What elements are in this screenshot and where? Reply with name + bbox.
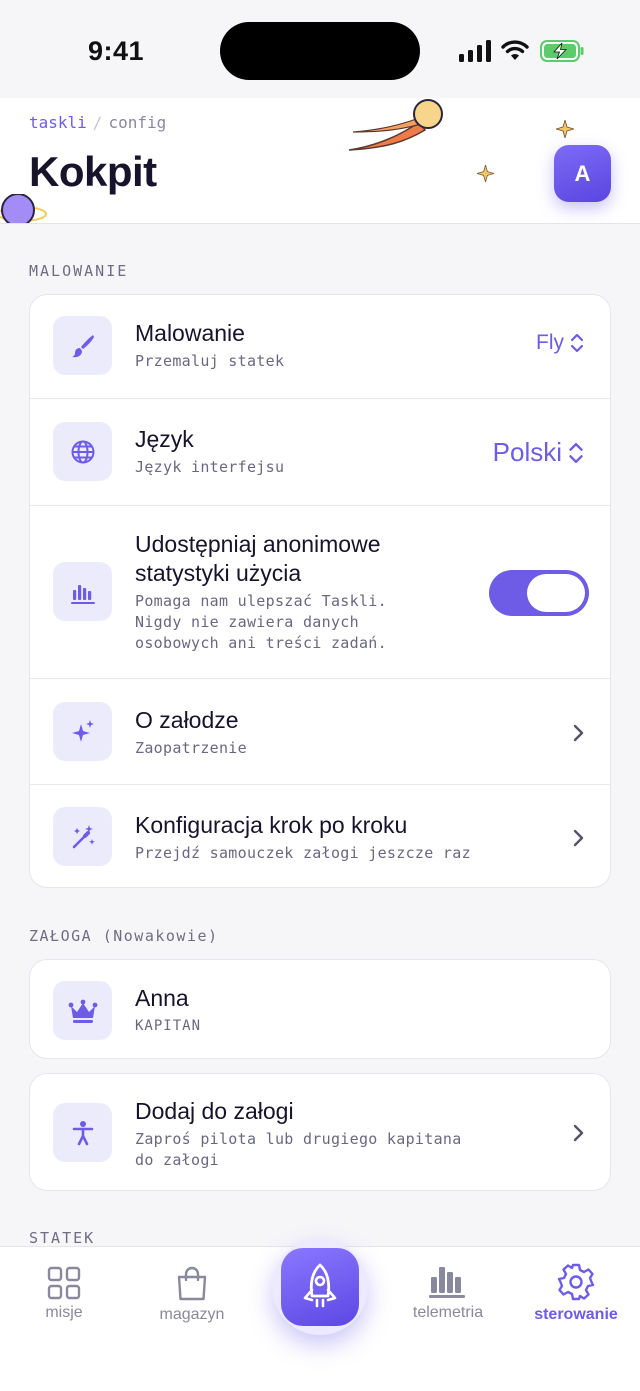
setting-title: Język: [135, 426, 194, 452]
section-label-crew: ZAŁOGA (Nowakowie): [29, 927, 219, 945]
add-crew-subtitle-line2: do załogi: [135, 1151, 219, 1169]
breadcrumb-separator: /: [92, 113, 103, 132]
gear-icon: [557, 1263, 595, 1301]
setting-row-analytics[interactable]: Udostępniaj anonimowe statystyki użycia …: [30, 506, 610, 679]
page-header: taskli / config Kokpit A: [0, 98, 640, 224]
setting-subtitle-line3: osobowych ani treści zadań.: [135, 634, 387, 652]
setting-row-about[interactable]: O załodze Zaopatrzenie: [30, 679, 610, 785]
grid-icon: [47, 1266, 81, 1300]
status-bar: 9:41: [0, 0, 640, 98]
shopping-bag-icon: [177, 1266, 207, 1301]
chevron-up-down-icon: [569, 442, 583, 463]
setting-row-icon-box: [53, 422, 112, 481]
crew-member-name: Anna: [135, 985, 189, 1011]
breadcrumb: taskli / config: [29, 113, 166, 132]
crew-member-row[interactable]: Anna KAPITAN: [30, 960, 610, 1058]
add-crew-subtitle-line1: Zaproś pilota lub drugiego kapitana: [135, 1130, 462, 1148]
add-crew-row[interactable]: Dodaj do załogi Zaproś pilota lub drugie…: [30, 1074, 610, 1190]
chevron-right-icon: [573, 724, 584, 742]
rocket-icon: [303, 1263, 337, 1308]
comet-icon: [348, 99, 443, 151]
setting-subtitle-line2: Nigdy nie zawiera danych: [135, 613, 359, 631]
paintbrush-icon: [71, 334, 94, 357]
setting-subtitle: Zaopatrzenie: [135, 739, 247, 757]
star-icon: [477, 165, 494, 182]
setting-row-icon-box: [53, 1103, 112, 1162]
language-select[interactable]: Polski: [493, 437, 584, 468]
star-icon: [556, 120, 574, 138]
signal-icon: [459, 40, 491, 62]
breadcrumb-root-link[interactable]: taskli: [29, 113, 87, 132]
section-label-painting: MALOWANIE: [29, 262, 129, 280]
setting-subtitle: Przejdź samouczek załogi jeszcze raz: [135, 844, 471, 862]
user-avatar-button[interactable]: A: [554, 145, 611, 202]
setting-row-theme[interactable]: Malowanie Przemaluj statek Fly: [30, 295, 610, 399]
toggle-knob: [527, 574, 585, 612]
bar-chart-icon: [70, 584, 95, 604]
setting-title-line2: statystyki użycia: [135, 560, 302, 586]
setting-title: O załodze: [135, 707, 239, 733]
tab-label: sterowanie: [534, 1306, 618, 1323]
crew-member-card[interactable]: Anna KAPITAN: [29, 959, 611, 1059]
wifi-icon: [501, 40, 529, 60]
battery-charging-icon: [540, 40, 584, 62]
sparkles-icon: [71, 719, 94, 742]
setting-title-line1: Udostępniaj anonimowe: [135, 531, 381, 557]
theme-select-value: Fly: [536, 331, 564, 354]
add-crew-title: Dodaj do załogi: [135, 1098, 294, 1124]
theme-select[interactable]: Fly: [536, 331, 584, 355]
launch-button-inner: [281, 1248, 359, 1326]
setting-subtitle-line1: Pomaga nam ulepszać Taskli.: [135, 592, 387, 610]
chevron-right-icon: [573, 829, 584, 847]
analytics-toggle[interactable]: [489, 570, 589, 616]
dynamic-island: [220, 22, 420, 80]
tab-label: misje: [45, 1304, 83, 1321]
setting-row-icon-box: [53, 316, 112, 375]
add-crew-card[interactable]: Dodaj do załogi Zaproś pilota lub drugie…: [29, 1073, 611, 1191]
tab-label: magazyn: [159, 1306, 225, 1323]
setting-row-icon-box: [53, 702, 112, 761]
launch-button[interactable]: [272, 1239, 368, 1335]
section-label-ship: STATEK: [29, 1229, 96, 1247]
globe-icon: [71, 440, 94, 463]
setting-row-onboarding[interactable]: Konfiguracja krok po kroku Przejdź samou…: [30, 785, 610, 887]
breadcrumb-current: config: [108, 113, 167, 132]
setting-row-icon-box: [53, 807, 112, 866]
language-select-value: Polski: [492, 437, 562, 467]
page-title: Kokpit: [29, 148, 157, 195]
setting-title: Konfiguracja krok po kroku: [135, 812, 408, 838]
setting-subtitle: Język interfejsu: [135, 458, 285, 476]
crown-icon: [68, 999, 97, 1023]
status-time: 9:41: [88, 36, 145, 66]
setting-row-icon-box: [53, 562, 112, 621]
setting-row-language[interactable]: Język Język interfejsu Polski: [30, 399, 610, 506]
planet-icon: [0, 194, 47, 223]
setting-subtitle: Przemaluj statek: [135, 352, 285, 370]
chevron-up-down-icon: [570, 333, 584, 353]
setting-row-icon-box: [53, 981, 112, 1040]
bottom-tab-bar: misje magazyn telemetria sterowanie: [0, 1239, 640, 1391]
bar-chart-icon: [429, 1267, 465, 1298]
person-icon: [72, 1120, 93, 1145]
crew-member-role: KAPITAN: [135, 1018, 202, 1034]
tab-label: telemetria: [412, 1304, 484, 1321]
setting-title: Malowanie: [135, 320, 245, 346]
magic-wand-icon: [72, 824, 95, 848]
settings-card: Malowanie Przemaluj statek Fly Język Jęz…: [29, 294, 611, 888]
chevron-right-icon: [573, 1124, 584, 1142]
